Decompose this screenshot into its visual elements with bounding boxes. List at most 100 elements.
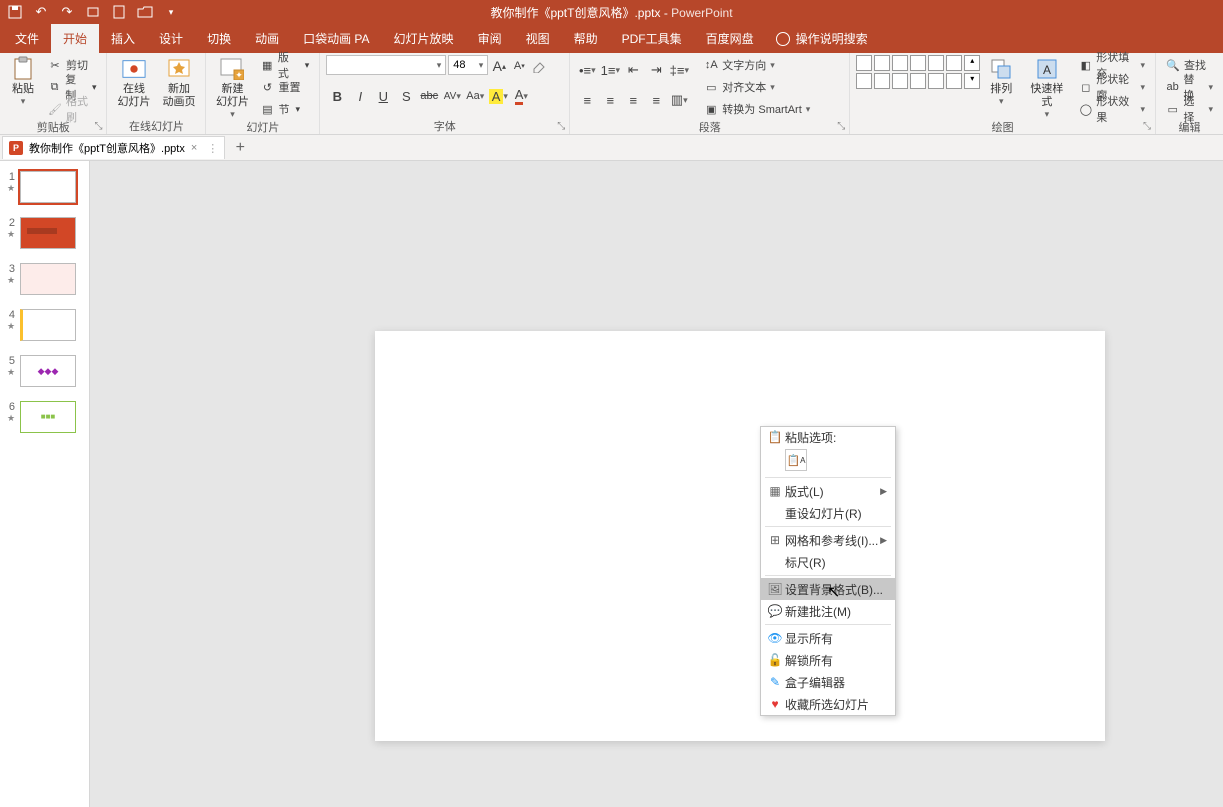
align-center-button[interactable]: ≡	[599, 89, 621, 111]
replace-icon: ab	[1166, 80, 1179, 94]
align-right-button[interactable]: ≡	[622, 89, 644, 111]
bullets-button[interactable]: •≡▾	[576, 59, 598, 81]
ctx-item-box-editor[interactable]: ✎ 盒子编辑器	[761, 671, 895, 693]
new-slide-button[interactable]: ✦ 新建 幻灯片 ▾	[212, 55, 252, 122]
window-title: 教你制作《pptT创意风格》.pptx - PowerPoint	[490, 4, 732, 21]
tab-pdf-tools[interactable]: PDF工具集	[610, 24, 694, 53]
tab-help[interactable]: 帮助	[562, 24, 610, 53]
grow-font-button[interactable]: A▴	[490, 55, 508, 77]
smartart-button[interactable]: ▣转换为 SmartArt▾	[700, 99, 814, 119]
open-button[interactable]	[136, 3, 154, 21]
tab-review[interactable]: 审阅	[466, 24, 514, 53]
new-anim-page-button[interactable]: 新加 动画页	[158, 55, 199, 111]
arrange-button[interactable]: 排列▾	[984, 55, 1018, 109]
char-spacing-button[interactable]: AV▾	[441, 85, 463, 107]
clear-format-button[interactable]	[530, 55, 548, 77]
slide-editing-area[interactable]	[90, 161, 1223, 807]
select-icon: ▭	[1166, 102, 1179, 116]
drawing-launcher[interactable]: ⤡	[1141, 120, 1153, 132]
tab-baidu[interactable]: 百度网盘	[694, 24, 766, 53]
close-tab-button[interactable]: ×	[191, 142, 197, 154]
reset-button[interactable]: ↺重置	[257, 77, 314, 97]
quick-styles-button[interactable]: A 快速样式▾	[1022, 55, 1071, 122]
effects-icon: ◯	[1079, 102, 1092, 116]
thumbnail-5[interactable]: 5★	[0, 353, 89, 399]
columns-button[interactable]: ▥▾	[668, 89, 690, 111]
italic-button[interactable]: I	[349, 85, 371, 107]
comment-icon: 💬	[765, 604, 785, 618]
tab-home[interactable]: 开始	[51, 24, 99, 53]
ctx-item-reset-slide[interactable]: 重设幻灯片(R)	[761, 502, 895, 524]
document-tab-active[interactable]: P 教你制作《pptT创意风格》.pptx × ⋮	[2, 136, 225, 159]
ctx-item-new-comment[interactable]: 💬 新建批注(M)	[761, 600, 895, 622]
tell-me-search[interactable]: 操作说明搜索	[766, 24, 878, 53]
quick-access-toolbar: ↶ ↷ ▾	[6, 3, 180, 21]
ctx-item-layout[interactable]: ▦ 版式(L) ▶	[761, 480, 895, 502]
font-color-button[interactable]: A▾	[510, 85, 532, 107]
paste-keep-text-button[interactable]: 📋A	[785, 449, 807, 471]
tab-insert[interactable]: 插入	[99, 24, 147, 53]
outline-icon: ◻	[1079, 80, 1092, 94]
tab-transitions[interactable]: 切换	[195, 24, 243, 53]
scissors-icon: ✂	[48, 58, 62, 72]
change-case-button[interactable]: Aa▾	[464, 85, 486, 107]
online-slides-button[interactable]: 在线 幻灯片	[113, 55, 154, 111]
thumbnail-1[interactable]: 1★	[0, 169, 89, 215]
tab-view[interactable]: 视图	[514, 24, 562, 53]
line-spacing-button[interactable]: ‡≡▾	[668, 59, 690, 81]
qat-item-2[interactable]	[110, 3, 128, 21]
section-button[interactable]: ▤节▾	[257, 99, 314, 119]
thumbnail-2[interactable]: 2★	[0, 215, 89, 261]
strikethrough-button[interactable]: abc	[418, 85, 440, 107]
paste-button[interactable]: 粘贴 ▾	[6, 55, 40, 109]
add-document-tab-button[interactable]: +	[229, 137, 251, 159]
paragraph-launcher[interactable]: ⤡	[835, 120, 847, 132]
highlight-button[interactable]: A▾	[487, 85, 509, 107]
tab-design[interactable]: 设计	[147, 24, 195, 53]
clipboard-launcher[interactable]: ⤡	[92, 120, 104, 132]
shape-effects-button[interactable]: ◯形状效果▾	[1075, 99, 1149, 119]
current-slide[interactable]	[375, 331, 1105, 741]
bold-button[interactable]: B	[326, 85, 348, 107]
shrink-font-button[interactable]: A▾	[510, 55, 528, 77]
qat-dropdown[interactable]: ▾	[162, 3, 180, 21]
text-direction-button[interactable]: ↕A文字方向▾	[700, 55, 814, 75]
thumbnail-3[interactable]: 3★	[0, 261, 89, 307]
shadow-button[interactable]: S	[395, 85, 417, 107]
thumbnail-6[interactable]: 6★	[0, 399, 89, 445]
align-text-button[interactable]: ▭对齐文本▾	[700, 77, 814, 97]
separator	[765, 624, 891, 625]
ctx-item-ruler[interactable]: 标尺(R)	[761, 551, 895, 573]
justify-button[interactable]: ≡	[645, 89, 667, 111]
submenu-arrow-icon: ▶	[880, 486, 887, 497]
tab-file[interactable]: 文件	[3, 24, 51, 53]
layout-icon: ▦	[765, 484, 785, 498]
ctx-item-collect-slide[interactable]: ♥ 收藏所选幻灯片	[761, 693, 895, 715]
title-bar: ↶ ↷ ▾ 教你制作《pptT创意风格》.pptx - PowerPoint	[0, 0, 1223, 24]
select-button[interactable]: ▭选择▾	[1162, 99, 1217, 119]
layout-button[interactable]: ▦版式▾	[257, 55, 314, 75]
redo-button[interactable]: ↷	[58, 3, 76, 21]
ctx-item-format-background[interactable]: 🖼 设置背景格式(B)...	[761, 578, 895, 600]
clipboard-icon	[11, 57, 35, 81]
ctx-item-grid-guides[interactable]: ⊞ 网格和参考线(I)... ▶	[761, 529, 895, 551]
tab-pocket-anim[interactable]: 口袋动画 PA	[291, 24, 381, 53]
increase-indent-button[interactable]: ⇥	[645, 59, 667, 81]
save-button[interactable]	[6, 3, 24, 21]
font-name-combo[interactable]: ▾	[326, 55, 446, 75]
undo-button[interactable]: ↶	[32, 3, 50, 21]
qat-item-1[interactable]	[84, 3, 102, 21]
thumbnail-4[interactable]: 4★	[0, 307, 89, 353]
format-painter-button[interactable]: 🖌格式刷	[44, 99, 100, 119]
shapes-gallery[interactable]: ▴ ▾	[856, 55, 980, 89]
numbering-button[interactable]: 1≡▾	[599, 59, 621, 81]
align-left-button[interactable]: ≡	[576, 89, 598, 111]
ctx-item-show-all[interactable]: 👁 显示所有	[761, 627, 895, 649]
underline-button[interactable]: U	[372, 85, 394, 107]
anim-star-icon: ★	[7, 183, 15, 194]
font-size-combo[interactable]: 48▾	[448, 55, 488, 75]
tab-slideshow[interactable]: 幻灯片放映	[382, 24, 466, 53]
decrease-indent-button[interactable]: ⇤	[622, 59, 644, 81]
font-launcher[interactable]: ⤡	[555, 120, 567, 132]
ctx-item-unlock-all[interactable]: 🔓 解锁所有	[761, 649, 895, 671]
